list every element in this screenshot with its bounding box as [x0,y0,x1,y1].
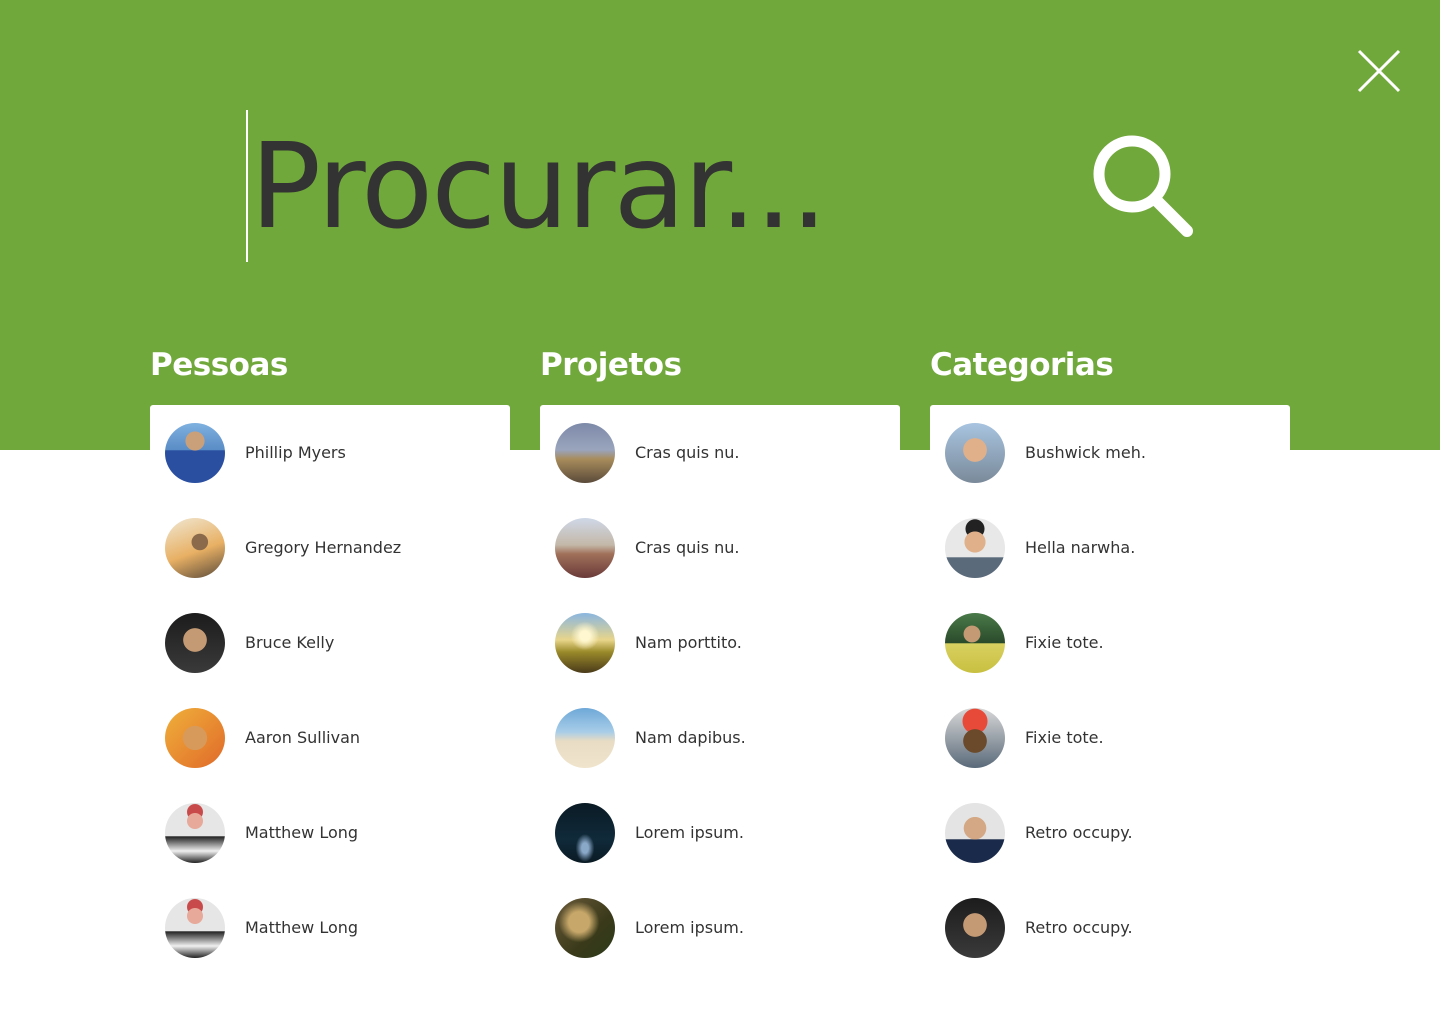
project-item[interactable]: Lorem ipsum. [540,880,900,975]
categories-list: Bushwick meh. Hella narwha. Fixie tote. … [930,405,1290,975]
category-item[interactable]: Hella narwha. [930,500,1290,595]
person-item[interactable]: Phillip Myers [150,405,510,500]
project-thumbnail [555,897,615,958]
category-name: Fixie tote. [1025,728,1104,747]
person-item[interactable]: Aaron Sullivan [150,690,510,785]
avatar [945,707,1005,768]
project-item[interactable]: Nam dapibus. [540,690,900,785]
category-item[interactable]: Retro occupy. [930,880,1290,975]
person-item[interactable]: Matthew Long [150,785,510,880]
projects-list: Cras quis nu. Cras quis nu. Nam porttito… [540,405,900,975]
project-name: Nam porttito. [635,633,742,652]
person-item[interactable]: Bruce Kelly [150,595,510,690]
category-name: Retro occupy. [1025,918,1133,937]
category-name: Hella narwha. [1025,538,1136,557]
avatar [945,612,1005,673]
project-thumbnail [555,517,615,578]
person-name: Matthew Long [245,823,359,842]
avatar [165,802,225,863]
category-item[interactable]: Fixie tote. [930,690,1290,785]
project-thumbnail [555,422,615,483]
people-list: Phillip Myers Gregory Hernandez Bruce Ke… [150,405,510,975]
avatar [945,517,1005,578]
project-item[interactable]: Nam porttito. [540,595,900,690]
project-item[interactable]: Cras quis nu. [540,405,900,500]
avatar [165,422,225,483]
person-name: Bruce Kelly [245,633,335,652]
person-name: Aaron Sullivan [245,728,361,747]
project-name: Nam dapibus. [635,728,746,747]
person-item[interactable]: Gregory Hernandez [150,500,510,595]
search-field[interactable] [246,110,1066,262]
people-heading: Pessoas [150,347,288,383]
search-input[interactable] [250,110,1060,262]
project-thumbnail [555,707,615,768]
project-name: Lorem ipsum. [635,918,744,937]
project-item[interactable]: Lorem ipsum. [540,785,900,880]
project-name: Lorem ipsum. [635,823,744,842]
category-name: Bushwick meh. [1025,443,1146,462]
project-thumbnail [555,612,615,673]
avatar [165,612,225,673]
close-button[interactable] [1354,46,1404,96]
projects-heading: Projetos [540,347,682,383]
avatar [945,802,1005,863]
avatar [945,422,1005,483]
avatar [945,897,1005,958]
project-item[interactable]: Cras quis nu. [540,500,900,595]
category-name: Retro occupy. [1025,823,1133,842]
avatar [165,707,225,768]
projects-column: Projetos Cras quis nu. Cras quis nu. Nam… [540,340,900,975]
categories-heading: Categorias [930,347,1114,383]
category-item[interactable]: Bushwick meh. [930,405,1290,500]
category-item[interactable]: Fixie tote. [930,595,1290,690]
people-column: Pessoas Phillip Myers Gregory Hernandez … [150,340,510,975]
categories-column: Categorias Bushwick meh. Hella narwha. F… [930,340,1290,975]
text-caret [246,110,248,262]
avatar [165,517,225,578]
category-name: Fixie tote. [1025,633,1104,652]
search-icon [1093,135,1193,237]
project-name: Cras quis nu. [635,443,740,462]
project-name: Cras quis nu. [635,538,740,557]
avatar [165,897,225,958]
person-item[interactable]: Matthew Long [150,880,510,975]
person-name: Phillip Myers [245,443,346,462]
person-name: Gregory Hernandez [245,538,402,557]
person-name: Matthew Long [245,918,359,937]
project-thumbnail [555,802,615,863]
search-button[interactable] [1086,130,1198,242]
close-icon [1357,49,1401,93]
category-item[interactable]: Retro occupy. [930,785,1290,880]
